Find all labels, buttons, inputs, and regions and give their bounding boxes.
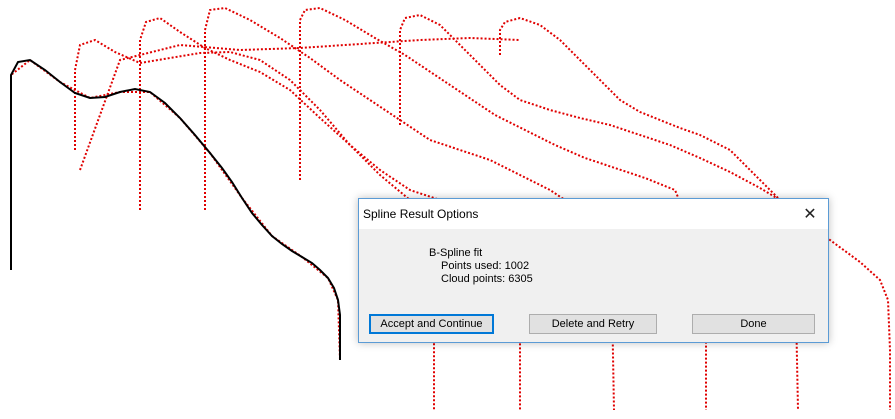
done-button[interactable]: Done	[692, 314, 815, 334]
point-cloud-profile-1	[10, 58, 341, 361]
fit-label: B-Spline fit	[429, 247, 483, 259]
accept-continue-button[interactable]: Accept and Continue	[369, 314, 494, 334]
cloud-points: Cloud points: 6305	[441, 273, 533, 285]
fitted-spline-curve	[10, 58, 341, 360]
points-used: Points used: 1002	[441, 260, 530, 272]
delete-retry-button[interactable]: Delete and Retry	[529, 314, 657, 334]
dialog-title: Spline Result Options	[363, 207, 479, 221]
close-icon[interactable]: ✕	[792, 199, 828, 229]
spline-result-dialog: Spline Result Options ✕ B-Spline fit Poi…	[358, 198, 829, 343]
fit-info: B-Spline fit Points used: 1002 Cloud poi…	[429, 247, 533, 286]
dialog-titlebar[interactable]: Spline Result Options ✕	[359, 199, 828, 229]
